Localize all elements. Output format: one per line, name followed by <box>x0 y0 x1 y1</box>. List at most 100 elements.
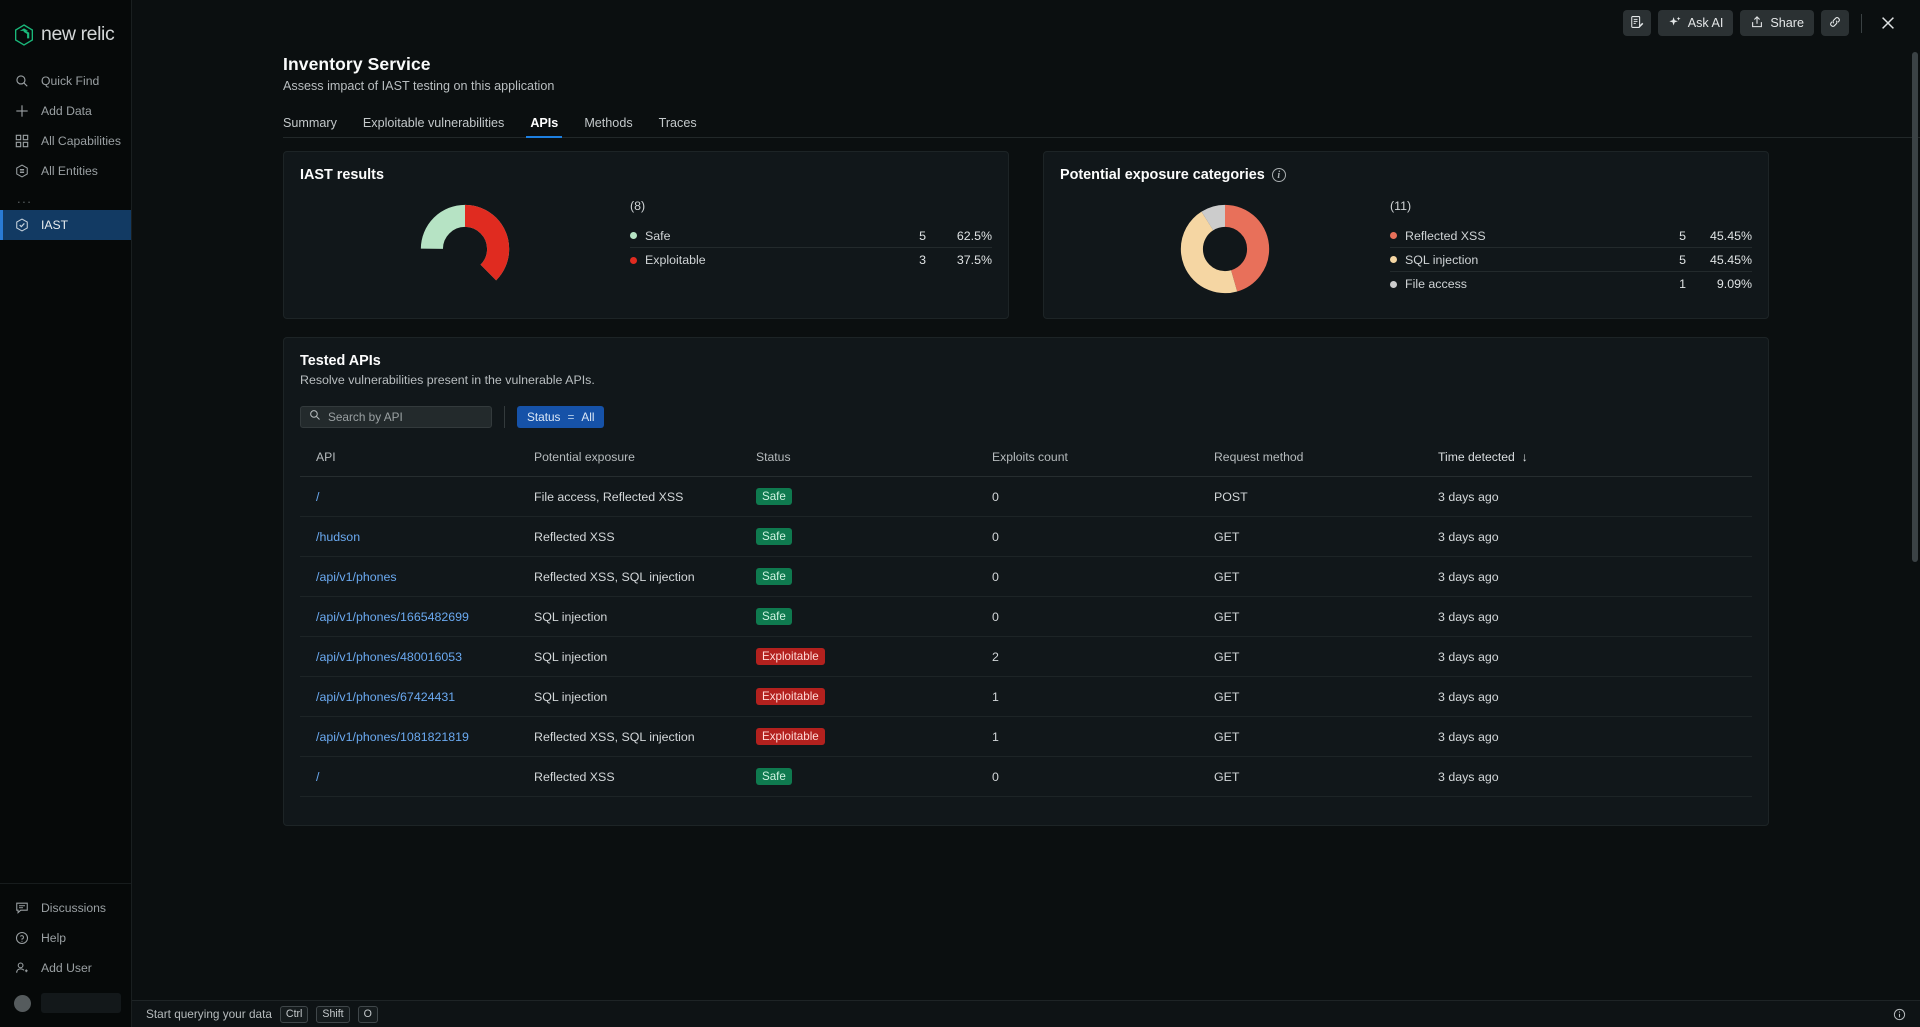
search-box[interactable] <box>300 406 492 428</box>
sidebar-item-iast[interactable]: IAST <box>0 210 131 240</box>
legend-value: 5 <box>1642 229 1686 243</box>
legend-item-exploitable[interactable]: Exploitable 3 37.5% <box>630 248 992 272</box>
cell-api: /api/v1/phones/67424431 <box>300 677 518 717</box>
table-row[interactable]: /Reflected XSSSafe0GET3 days ago <box>300 757 1752 797</box>
tab-summary[interactable]: Summary <box>283 116 337 137</box>
column-header-api[interactable]: API <box>300 450 518 477</box>
table-row[interactable]: /api/v1/phones/67424431 SQL injection Expl… <box>300 677 1752 717</box>
scrollbar-thumb[interactable] <box>1912 52 1918 562</box>
status-badge: Exploitable <box>756 728 825 745</box>
avatar <box>14 995 31 1012</box>
table-row[interactable]: /api/v1/phones/1665482699SQL injectionSa… <box>300 597 1752 637</box>
sidebar-item-all-entities[interactable]: All Entities <box>0 156 131 186</box>
share-button[interactable]: Share <box>1740 10 1814 36</box>
api-link[interactable]: /hudson <box>316 530 360 544</box>
user-account-row[interactable] <box>0 983 131 1019</box>
tab-traces[interactable]: Traces <box>659 116 697 137</box>
cell-request-method: GET <box>1198 557 1422 597</box>
column-header-potential-exposure[interactable]: Potential exposure <box>518 450 740 477</box>
table-row[interactable]: /api/v1/phones/1081821819Reflected XSS, … <box>300 717 1752 757</box>
cell-request-method: GET <box>1198 677 1422 717</box>
legend-percent: 37.5% <box>926 253 992 267</box>
sidebar-item-quick-find[interactable]: Quick Find <box>0 66 131 96</box>
sidebar-item-discussions[interactable]: Discussions <box>0 893 131 923</box>
legend-value: 5 <box>882 229 926 243</box>
cell-potential-exposure: SQL injection <box>518 677 740 717</box>
api-link[interactable]: / <box>316 770 319 784</box>
cell-request-method: GET <box>1198 717 1422 757</box>
search-input[interactable] <box>328 410 483 424</box>
legend-label: File access <box>1405 277 1642 291</box>
ask-ai-button[interactable]: Ask AI <box>1658 10 1734 36</box>
cell-potential-exposure: SQL injection <box>518 597 740 637</box>
tab-apis[interactable]: APIs <box>530 116 558 137</box>
cell-api: / <box>300 757 518 797</box>
tab-exploitable-vulnerabilities[interactable]: Exploitable vulnerabilities <box>363 116 504 137</box>
sidebar-item-label: Discussions <box>41 901 106 915</box>
legend-item-safe[interactable]: Safe 5 62.5% <box>630 224 992 248</box>
table-row[interactable]: /hudsonReflected XSSSafe0GET3 days ago <box>300 517 1752 557</box>
page-scrollbar[interactable] <box>1912 52 1918 592</box>
charts-row: IAST results (8) Safe 5 <box>283 151 1769 319</box>
sidebar-item-label: Add User <box>41 961 92 975</box>
cell-potential-exposure: Reflected XSS <box>518 757 740 797</box>
cell-status: Exploitable <box>740 637 976 677</box>
api-link[interactable]: /api/v1/phones/480016053 <box>316 650 462 664</box>
column-header-request-method[interactable]: Request method <box>1198 450 1422 477</box>
sidebar-item-add-user[interactable]: Add User <box>0 953 131 983</box>
table-row[interactable]: /api/v1/phones/480016053SQL injectionExp… <box>300 637 1752 677</box>
table-row[interactable]: /api/v1/phonesReflected XSS, SQL injecti… <box>300 557 1752 597</box>
api-link[interactable]: /api/v1/phones/67424431 <box>316 690 455 704</box>
column-header-status[interactable]: Status <box>740 450 976 477</box>
query-prompt-label[interactable]: Start querying your data <box>146 1007 272 1021</box>
iast-results-donut-chart[interactable] <box>300 189 630 295</box>
notes-button[interactable] <box>1623 10 1651 36</box>
search-icon <box>14 73 30 89</box>
tested-apis-table: API Potential exposure Status Exploits c… <box>300 450 1752 797</box>
legend-label: Reflected XSS <box>1405 229 1642 243</box>
table-row[interactable]: /File access, Reflected XSSSafe0POST3 da… <box>300 477 1752 517</box>
sidebar-item-add-data[interactable]: Add Data <box>0 96 131 126</box>
cell-exploits-count: 2 <box>976 637 1198 677</box>
close-button[interactable] <box>1874 9 1902 37</box>
legend-item-reflected-xss[interactable]: Reflected XSS 5 45.45% <box>1390 224 1752 248</box>
sidebar-item-label: IAST <box>41 218 68 232</box>
api-link[interactable]: /api/v1/phones/1081821819 <box>316 730 469 744</box>
tab-methods[interactable]: Methods <box>584 116 632 137</box>
legend-color-dot <box>630 257 637 264</box>
table-header-row: API Potential exposure Status Exploits c… <box>300 450 1752 477</box>
sidebar-item-label: All Capabilities <box>41 134 121 148</box>
info-circle-icon[interactable] <box>1893 1008 1906 1021</box>
grid-icon <box>14 133 30 149</box>
legend-color-dot <box>1390 256 1397 263</box>
iast-results-legend: (8) Safe 5 62.5% Exploitable 3 37.5% <box>630 189 992 272</box>
sidebar-more-button[interactable]: ... <box>0 186 131 210</box>
legend-value: 5 <box>1642 253 1686 267</box>
sidebar-item-help[interactable]: Help <box>0 923 131 953</box>
potential-exposure-panel: Potential exposure categories i (11) <box>1043 151 1769 319</box>
iast-results-total: (8) <box>630 199 992 213</box>
api-link[interactable]: / <box>316 490 319 504</box>
legend-item-file-access[interactable]: File access 1 9.09% <box>1390 272 1752 296</box>
api-link[interactable]: /api/v1/phones <box>316 570 397 584</box>
cell-time-detected: 3 days ago <box>1422 477 1752 517</box>
cell-time-detected: 3 days ago <box>1422 637 1752 677</box>
status-badge: Safe <box>756 488 792 505</box>
copy-link-button[interactable] <box>1821 10 1849 36</box>
potential-exposure-total: (11) <box>1390 199 1752 213</box>
link-icon <box>1828 15 1842 32</box>
info-icon[interactable]: i <box>1272 168 1286 182</box>
brand-logo[interactable]: new relic <box>0 0 131 52</box>
status-badge: Exploitable <box>756 688 825 705</box>
potential-exposure-donut-chart[interactable] <box>1060 189 1390 295</box>
status-filter-chip[interactable]: Status = All <box>517 406 604 428</box>
sidebar-item-all-capabilities[interactable]: All Capabilities <box>0 126 131 156</box>
column-header-exploits-count[interactable]: Exploits count <box>976 450 1198 477</box>
potential-exposure-title: Potential exposure categories i <box>1060 167 1752 183</box>
cell-time-detected: 3 days ago <box>1422 597 1752 637</box>
api-link[interactable]: /api/v1/phones/1665482699 <box>316 610 469 624</box>
toolbar-divider <box>1861 14 1862 33</box>
column-header-time-detected[interactable]: Time detected ↓ <box>1422 450 1752 477</box>
sidebar-item-label: Quick Find <box>41 74 99 88</box>
legend-item-sql-injection[interactable]: SQL injection 5 45.45% <box>1390 248 1752 272</box>
